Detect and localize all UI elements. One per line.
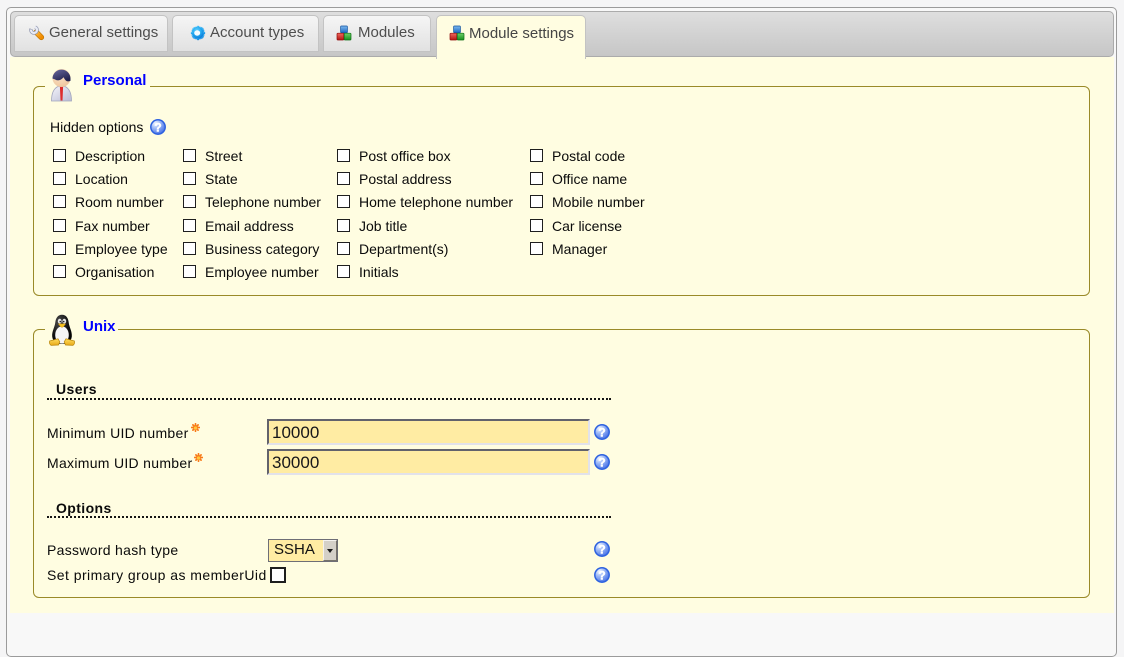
svg-text:?: ? [598,425,605,439]
svg-text:?: ? [154,120,161,134]
svg-text:?: ? [598,542,605,556]
svg-text:?: ? [598,568,605,582]
svg-text:?: ? [598,455,605,469]
